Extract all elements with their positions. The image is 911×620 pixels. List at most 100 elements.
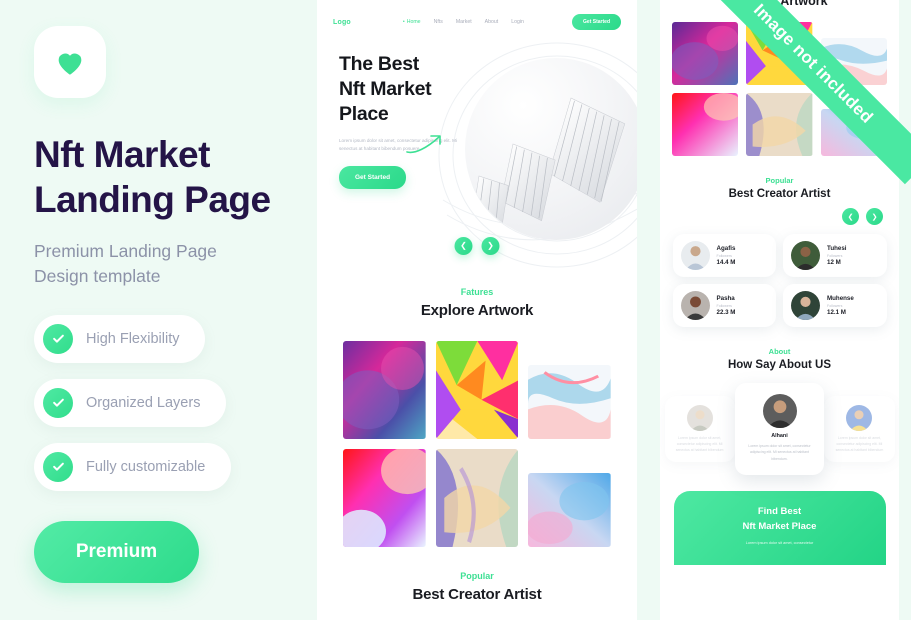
page-subtitle: Premium Landing Page Design template bbox=[34, 239, 283, 289]
hero-title-line1: The Best bbox=[339, 53, 419, 75]
panel-gap-right bbox=[899, 0, 911, 620]
nav-link-home[interactable]: Home bbox=[403, 19, 421, 25]
right-popular-label: Popular bbox=[765, 176, 794, 185]
creator-card[interactable]: Pasha Followers 22.3 M bbox=[672, 284, 776, 327]
chevron-left-icon[interactable]: ❮ bbox=[842, 208, 859, 225]
right-popular-title: Best Creator Artist bbox=[728, 188, 831, 200]
cta-banner: Find Best Nft Market Place Lorem ipsum d… bbox=[673, 490, 886, 565]
artwork-tile[interactable] bbox=[672, 93, 739, 156]
chevron-right-icon[interactable]: ❯ bbox=[866, 208, 883, 225]
feature-label: High Flexibility bbox=[86, 330, 180, 347]
hero-get-started-button[interactable]: Get Started bbox=[339, 165, 407, 189]
feature-list: High Flexibility Organized Layers Fully … bbox=[34, 314, 283, 491]
artwork-tile[interactable] bbox=[435, 341, 519, 439]
creator-card[interactable]: Agafis Followers 14.4 M bbox=[672, 234, 776, 277]
avatar bbox=[686, 404, 713, 431]
followers-label: Followers bbox=[827, 254, 843, 258]
left-info-panel: Nft Market Landing Page Premium Landing … bbox=[0, 0, 317, 620]
artwork-tile[interactable] bbox=[343, 341, 426, 439]
feature-label: Fully customizable bbox=[86, 458, 206, 475]
site-logo[interactable]: Logo bbox=[333, 19, 351, 26]
creator-followers: 14.4 M bbox=[716, 259, 736, 266]
features-section-title: Explore Artwork bbox=[420, 302, 534, 319]
creator-carousel-controls: ❮ ❯ bbox=[660, 208, 899, 225]
chevron-left-icon[interactable]: ❮ bbox=[454, 237, 473, 255]
features-section-label: Fatures bbox=[460, 287, 494, 297]
artwork-tile[interactable] bbox=[672, 22, 739, 85]
middle-preview-panel: Logo Home Nfts Market About Login Get St… bbox=[317, 0, 637, 620]
artwork-tile[interactable] bbox=[746, 93, 813, 156]
premium-button[interactable]: Premium bbox=[34, 520, 199, 583]
creator-card-grid: Agafis Followers 14.4 M Tuhesi Followers… bbox=[672, 234, 887, 327]
creator-followers: 22.3 M bbox=[716, 309, 736, 316]
popular-section-title: Best Creator Artist bbox=[412, 586, 542, 603]
artwork-tile[interactable] bbox=[528, 365, 611, 439]
testimonial-card-active[interactable]: Alhani Lorem ipsum dolor sit amet, conse… bbox=[734, 383, 825, 475]
artwork-grid bbox=[343, 341, 611, 547]
nav-link-nfts[interactable]: Nfts bbox=[434, 19, 443, 25]
nav-link-market[interactable]: Market bbox=[456, 19, 472, 25]
testimonial-card[interactable]: Lorem ipsum dolor sit amet, consectetur … bbox=[824, 395, 895, 463]
brand-logo-badge bbox=[34, 26, 106, 98]
cta-line1: Find Best bbox=[757, 505, 802, 517]
hero-title-line2: Nft Market bbox=[339, 77, 432, 100]
creator-card[interactable]: Muhense Followers 12.1 M bbox=[783, 284, 887, 327]
navbar-links: Home Nfts Market About Login bbox=[403, 19, 524, 25]
page-subtitle-line2: Design template bbox=[34, 266, 161, 287]
check-icon bbox=[43, 451, 73, 482]
heart-icon bbox=[58, 53, 82, 75]
followers-label: Followers bbox=[716, 304, 732, 308]
followers-label: Followers bbox=[716, 254, 732, 258]
testimonial-text: Lorem ipsum dolor sit amet, consectetur … bbox=[675, 435, 724, 453]
avatar bbox=[791, 241, 820, 270]
feature-item-organized-layers: Organized Layers bbox=[34, 378, 227, 427]
creator-name: Agafis bbox=[716, 245, 736, 252]
page-title: Nft Market Landing Page bbox=[34, 132, 283, 222]
hero-section: The Best Nft Market Place Lorem ipsum do… bbox=[317, 30, 637, 268]
feature-item-high-flexibility: High Flexibility bbox=[34, 314, 206, 363]
about-section-label: About bbox=[768, 347, 791, 356]
cta-line2: Nft Market Place bbox=[742, 520, 817, 532]
check-icon bbox=[43, 387, 73, 418]
creator-followers: 12.1 M bbox=[827, 309, 846, 316]
testimonial-text: Lorem ipsum dolor sit amet, consectetur … bbox=[748, 444, 811, 461]
curved-arrow-icon bbox=[406, 135, 441, 154]
page-subtitle-line1: Premium Landing Page bbox=[34, 241, 217, 262]
creator-name: Pasha bbox=[716, 295, 735, 302]
hero-title-line3: Place bbox=[339, 102, 389, 125]
navbar-get-started-button[interactable]: Get Started bbox=[572, 14, 621, 30]
followers-label: Followers bbox=[827, 304, 843, 308]
avatar bbox=[791, 291, 820, 320]
artwork-tile[interactable] bbox=[343, 449, 426, 547]
avatar bbox=[846, 404, 873, 431]
avatar bbox=[762, 394, 797, 428]
creator-name: Tuhesi bbox=[827, 245, 847, 252]
page-title-line1: Nft Market bbox=[34, 134, 210, 175]
testimonial-name: Alhani bbox=[771, 433, 788, 439]
artwork-tile[interactable] bbox=[435, 449, 519, 547]
nav-link-login[interactable]: Login bbox=[511, 19, 524, 25]
creator-card[interactable]: Tuhesi Followers 12 M bbox=[783, 234, 887, 277]
avatar bbox=[680, 241, 710, 270]
creator-name: Muhense bbox=[827, 295, 854, 302]
site-navbar: Logo Home Nfts Market About Login Get St… bbox=[317, 0, 637, 30]
check-icon bbox=[43, 323, 73, 354]
chevron-right-icon[interactable]: ❯ bbox=[481, 237, 500, 255]
hero-title: The Best Nft Market Place bbox=[339, 52, 637, 127]
testimonial-card[interactable]: Lorem ipsum dolor sit amet, consectetur … bbox=[664, 395, 735, 463]
panel-gap-left bbox=[637, 0, 660, 620]
preview-stage: Nft Market Landing Page Premium Landing … bbox=[0, 0, 911, 620]
feature-item-fully-customizable: Fully customizable bbox=[34, 442, 232, 491]
testimonial-text: Lorem ipsum dolor sit amet, consectetur … bbox=[835, 435, 884, 453]
avatar bbox=[680, 291, 710, 320]
popular-section-label: Popular bbox=[460, 571, 494, 581]
artwork-tile[interactable] bbox=[528, 473, 611, 547]
cta-subtext: Lorem ipsum dolor sit amet, consectetur bbox=[745, 541, 814, 546]
creator-followers: 12 M bbox=[827, 259, 841, 266]
feature-label: Organized Layers bbox=[86, 394, 201, 411]
page-title-line2: Landing Page bbox=[34, 179, 271, 221]
testimonial-row: Lorem ipsum dolor sit amet, consectetur … bbox=[664, 383, 895, 475]
hero-carousel-controls: ❮ ❯ bbox=[454, 237, 500, 255]
nav-link-about[interactable]: About bbox=[485, 19, 499, 25]
about-section-title: How Say About US bbox=[727, 359, 832, 371]
